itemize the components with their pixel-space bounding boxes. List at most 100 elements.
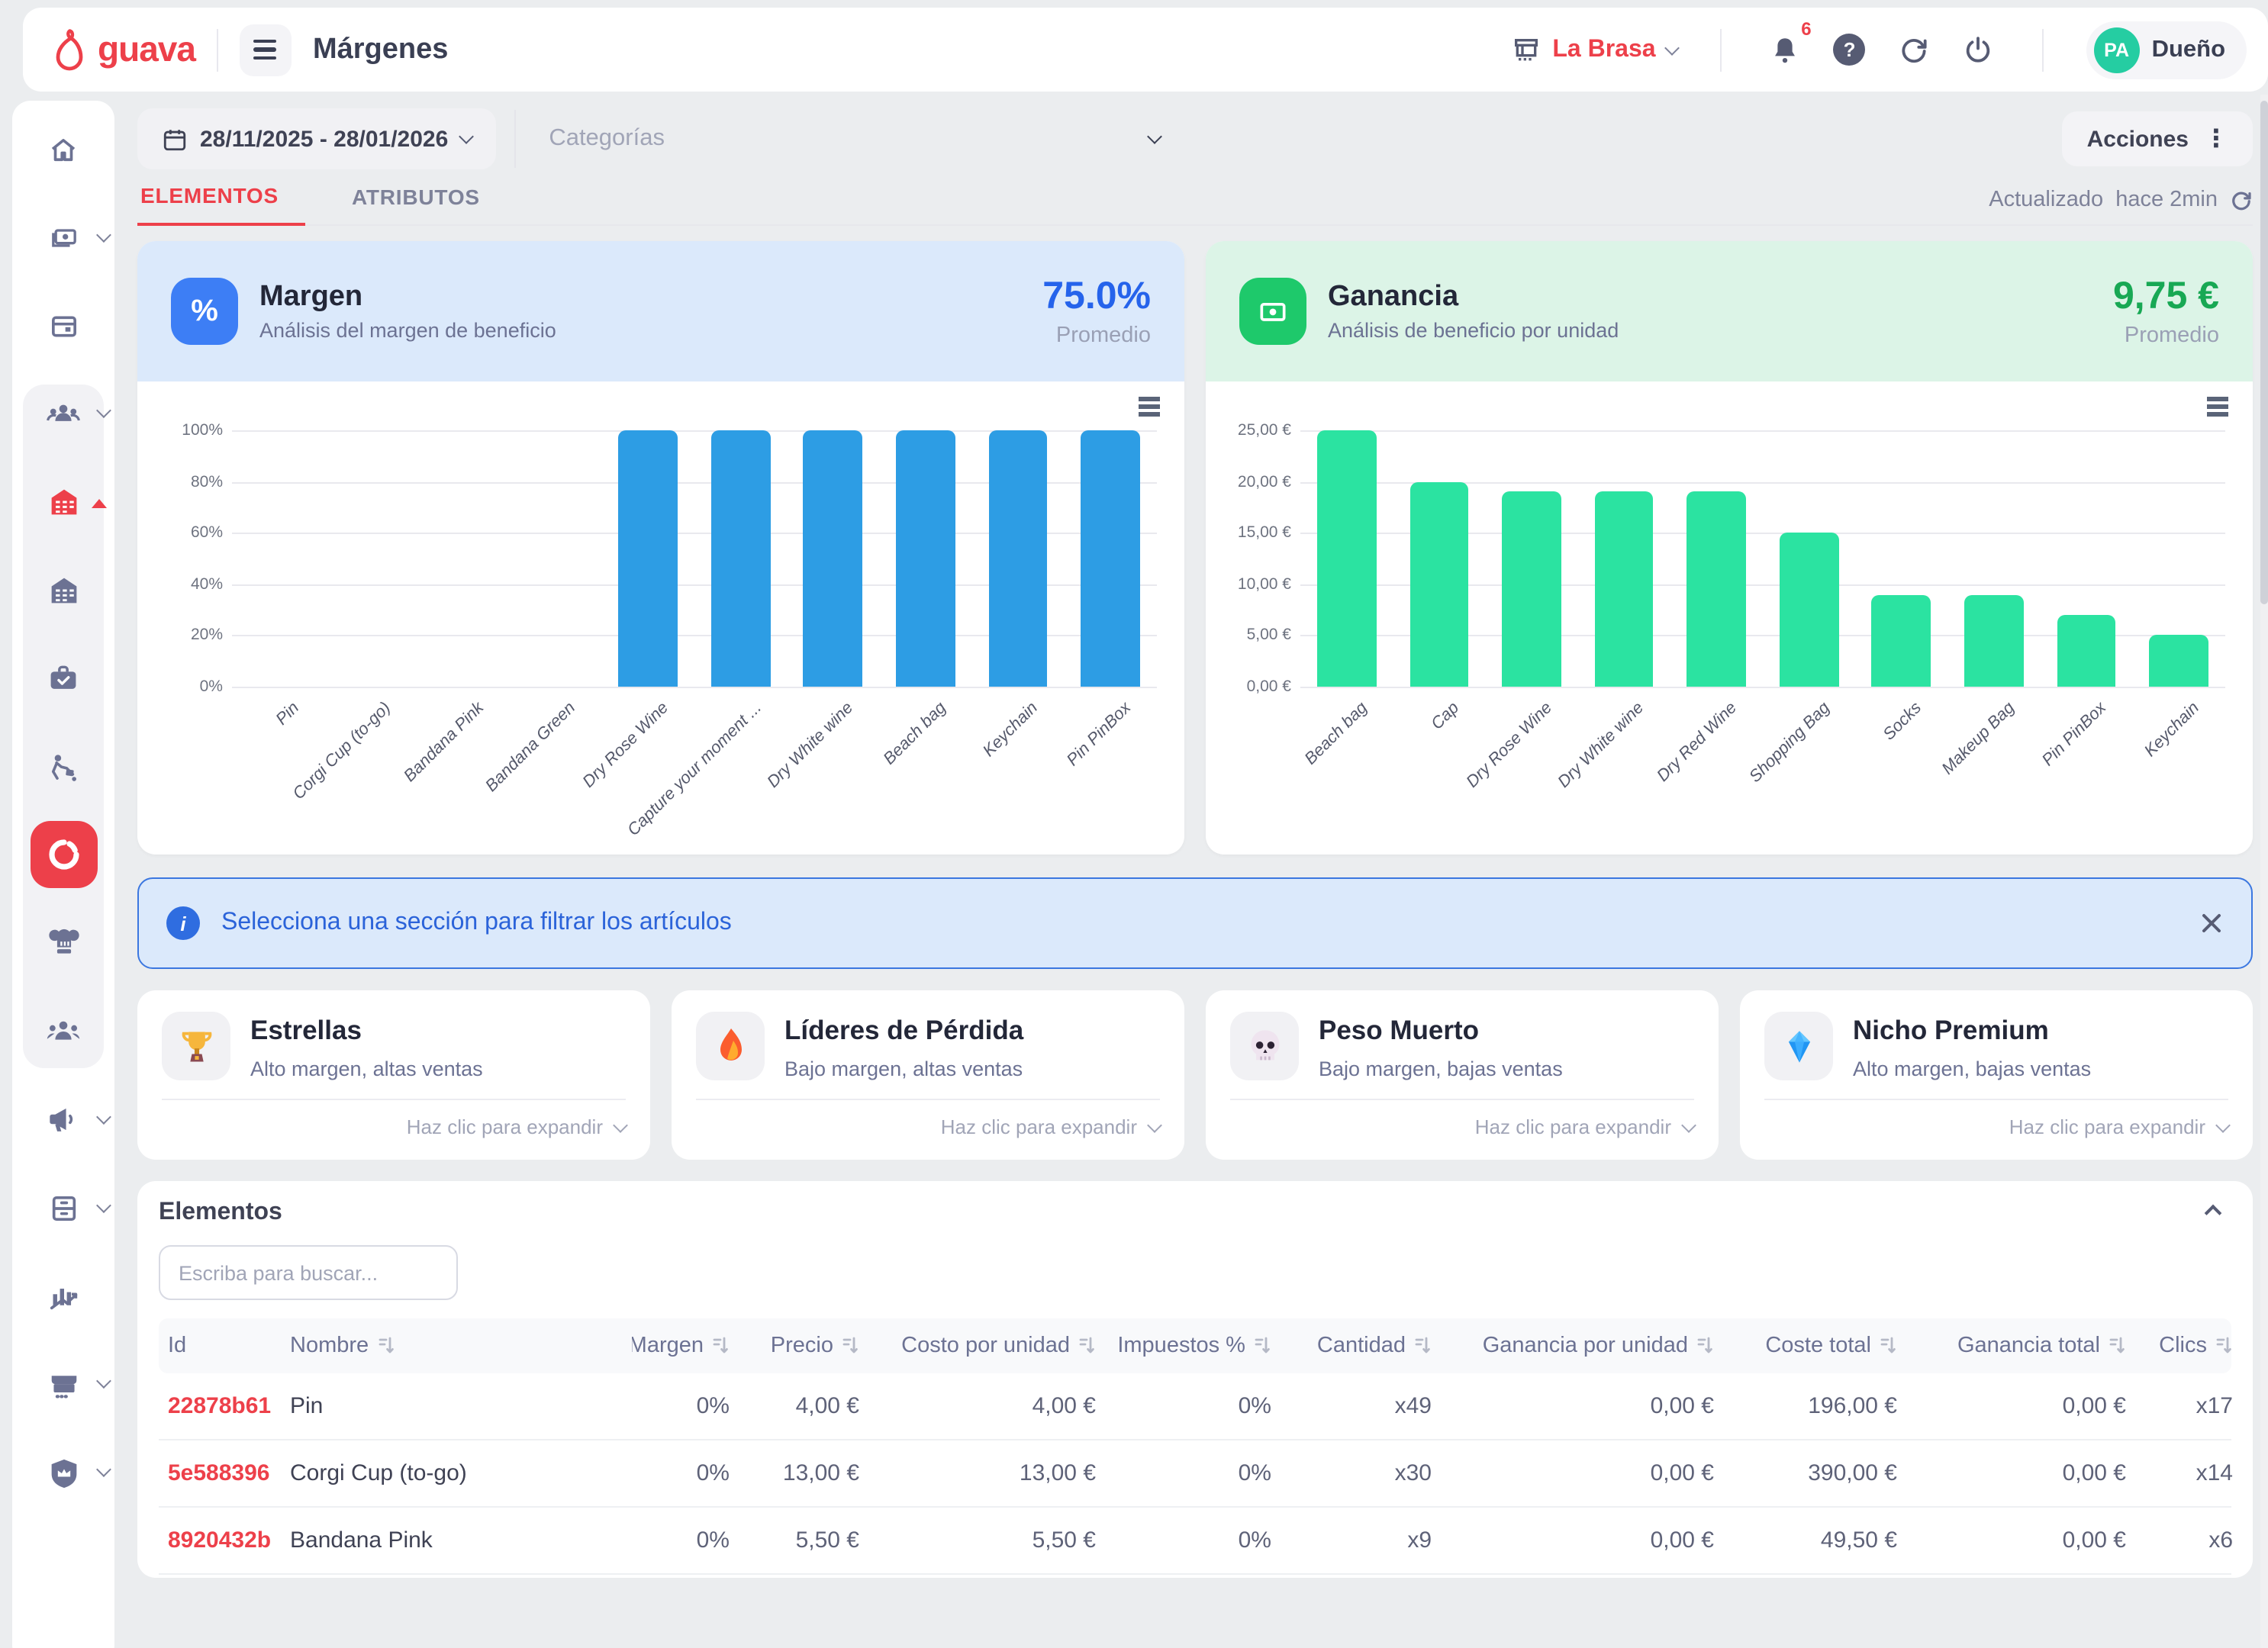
sidebar-item-archive[interactable] — [12, 1174, 114, 1241]
cell-ganancia-total: 0,00 € — [1906, 1527, 2135, 1553]
expand-toggle[interactable]: Haz clic para expandir — [696, 1112, 1160, 1144]
sidebar-item-analytics[interactable] — [12, 1263, 114, 1330]
column-header-cantidad[interactable]: Cantidad — [1281, 1334, 1441, 1358]
item-id-link[interactable]: 5e588396 — [159, 1460, 281, 1486]
sidebar-item-warehouse[interactable] — [12, 557, 114, 624]
page-scrollbar[interactable] — [2260, 95, 2268, 1648]
chevron-down-icon — [458, 129, 473, 144]
sidebar-item-inventory[interactable] — [12, 645, 114, 713]
profit-chart-body: 25,00 €20,00 €15,00 €10,00 €5,00 €0,00 €… — [1206, 381, 2253, 855]
quadrant-peso-muerto[interactable]: Peso Muerto Bajo margen, bajas ventas Ha… — [1206, 990, 1719, 1160]
table-row[interactable]: 8920432bBandana Pink0%5,50 €5,50 €0%x90,… — [159, 1508, 2231, 1575]
table-row[interactable]: 22878b61Pin0%4,00 €4,00 €0%x490,00 €196,… — [159, 1373, 2231, 1440]
item-id-link[interactable]: 8920432b — [159, 1527, 281, 1553]
sidebar-item-marketing[interactable] — [12, 1086, 114, 1154]
bar-Capture your moment ...[interactable] — [711, 430, 771, 687]
quadrant-estrellas[interactable]: Estrellas Alto margen, altas ventas Haz … — [137, 990, 650, 1160]
sidebar-item-team[interactable] — [12, 998, 114, 1065]
menu-toggle-button[interactable] — [240, 24, 292, 76]
bar-Dry White wine[interactable] — [1594, 492, 1654, 687]
x-axis-label: Dry Rose Wine — [1463, 699, 1555, 791]
bar-Makeup Bag[interactable] — [1964, 594, 2024, 687]
sidebar-item-home[interactable] — [12, 116, 114, 183]
bar-Beach bag[interactable] — [896, 430, 955, 687]
quadrant-lideres-perdida[interactable]: Líderes de Pérdida Bajo margen, altas ve… — [672, 990, 1184, 1160]
sidebar-item-billing[interactable] — [12, 204, 114, 272]
bar-Shopping Bag[interactable] — [1780, 533, 1839, 687]
categories-placeholder: Categorías — [549, 125, 665, 153]
tab-atributos[interactable]: ATRIBUTOS — [349, 185, 507, 224]
close-banner-button[interactable] — [2199, 911, 2224, 935]
bar-Pin PinBox[interactable] — [1081, 430, 1141, 687]
cell-nombre: Corgi Cup (to-go) — [281, 1460, 632, 1486]
bar-Dry Red Wine[interactable] — [1687, 492, 1747, 687]
bar-Keychain[interactable] — [2150, 636, 2209, 687]
search-input[interactable] — [159, 1245, 458, 1300]
column-header-costo-por-unidad[interactable]: Costo por unidad — [868, 1334, 1105, 1358]
sidebar-item-pos[interactable] — [12, 1350, 114, 1418]
sidebar-item-calendar[interactable] — [12, 292, 114, 359]
expand-toggle[interactable]: Haz clic para expandir — [162, 1112, 626, 1144]
table-row[interactable]: 5e588396Corgi Cup (to-go)0%13,00 €13,00 … — [159, 1440, 2231, 1508]
column-header-ganancia-total[interactable]: Ganancia total — [1906, 1334, 2135, 1358]
chart-menu-icon[interactable] — [2207, 397, 2228, 416]
sidebar-item-customers[interactable] — [12, 381, 114, 448]
close-icon — [2199, 911, 2224, 935]
avatar: PA — [2094, 27, 2140, 72]
collapse-section-button[interactable] — [2205, 1205, 2222, 1222]
notifications-button[interactable]: 6 — [1764, 28, 1807, 71]
banknote-icon — [1239, 278, 1306, 345]
store-selector[interactable]: La Brasa — [1511, 34, 1677, 65]
bar-Dry White wine[interactable] — [804, 430, 863, 687]
chart-menu-icon[interactable] — [1139, 397, 1160, 416]
bar-Pin PinBox[interactable] — [2057, 615, 2116, 687]
user-menu[interactable]: PA Dueño — [2086, 21, 2247, 79]
column-header-impuestos-[interactable]: Impuestos % — [1105, 1334, 1281, 1358]
y-axis-label: 0% — [200, 678, 223, 696]
bar-Beach bag[interactable] — [1317, 430, 1377, 687]
cell-nombre: Bandana Pink — [281, 1527, 632, 1553]
logout-button[interactable] — [1957, 28, 1999, 71]
refresh-icon[interactable] — [2230, 188, 2253, 211]
help-button[interactable]: ? — [1828, 28, 1871, 71]
cell-coste-total: 49,50 € — [1723, 1527, 1906, 1553]
categories-select[interactable]: Categorías — [533, 125, 1174, 153]
actions-button[interactable]: Acciones ⋮ — [2063, 111, 2253, 166]
tab-elementos[interactable]: ELEMENTOS — [137, 183, 306, 226]
expand-toggle[interactable]: Haz clic para expandir — [1764, 1112, 2228, 1144]
sidebar-item-store[interactable] — [12, 468, 114, 536]
item-id-link[interactable]: 22878b61 — [159, 1393, 281, 1419]
column-header-coste-total[interactable]: Coste total — [1723, 1334, 1906, 1358]
y-axis-label: 15,00 € — [1238, 523, 1291, 542]
sidebar-item-recipes[interactable] — [12, 909, 114, 977]
column-header-clics[interactable]: Clics — [2135, 1334, 2242, 1358]
bar-Cap[interactable] — [1409, 481, 1469, 687]
guava-logo[interactable]: guava — [50, 27, 195, 72]
sidebar-item-suppliers[interactable] — [12, 733, 114, 800]
bar-Dry Rose Wine[interactable] — [1502, 492, 1561, 687]
column-header-precio[interactable]: Precio — [739, 1334, 868, 1358]
column-header-margen[interactable]: Margen — [632, 1334, 739, 1358]
info-banner: i Selecciona una sección para filtrar lo… — [137, 877, 2253, 969]
bar-Dry Rose Wine[interactable] — [619, 430, 678, 687]
bar-Keychain[interactable] — [988, 430, 1048, 687]
quadrant-nicho-premium[interactable]: Nicho Premium Alto margen, bajas ventas … — [1740, 990, 2253, 1160]
team-icon — [46, 1018, 81, 1045]
warehouse-icon — [47, 575, 80, 606]
x-axis-label: Corgi Cup (to-go) — [290, 699, 395, 803]
sidebar-item-admin[interactable] — [12, 1439, 114, 1506]
date-range-picker[interactable]: 28/11/2025 - 28/01/2026 — [137, 108, 495, 169]
column-header-nombre[interactable]: Nombre — [281, 1334, 632, 1358]
cell-coste-total: 390,00 € — [1723, 1460, 1906, 1486]
refresh-button[interactable] — [1893, 28, 1935, 71]
table-row[interactable]: f23ca390Bandana Green0%5,50 €5,50 €0%x30… — [159, 1575, 2231, 1578]
expand-toggle[interactable]: Haz clic para expandir — [1230, 1112, 1694, 1144]
elements-section-title: Elementos — [159, 1199, 282, 1227]
gem-icon — [1764, 1012, 1833, 1080]
sort-icon — [2109, 1337, 2126, 1355]
expand-label: Haz clic para expandir — [2009, 1115, 2205, 1138]
sidebar-item-margins[interactable] — [12, 822, 114, 889]
bar-Socks[interactable] — [1872, 594, 1931, 687]
column-header-ganancia-por-unidad[interactable]: Ganancia por unidad — [1441, 1334, 1723, 1358]
chevron-down-icon — [96, 1462, 111, 1477]
